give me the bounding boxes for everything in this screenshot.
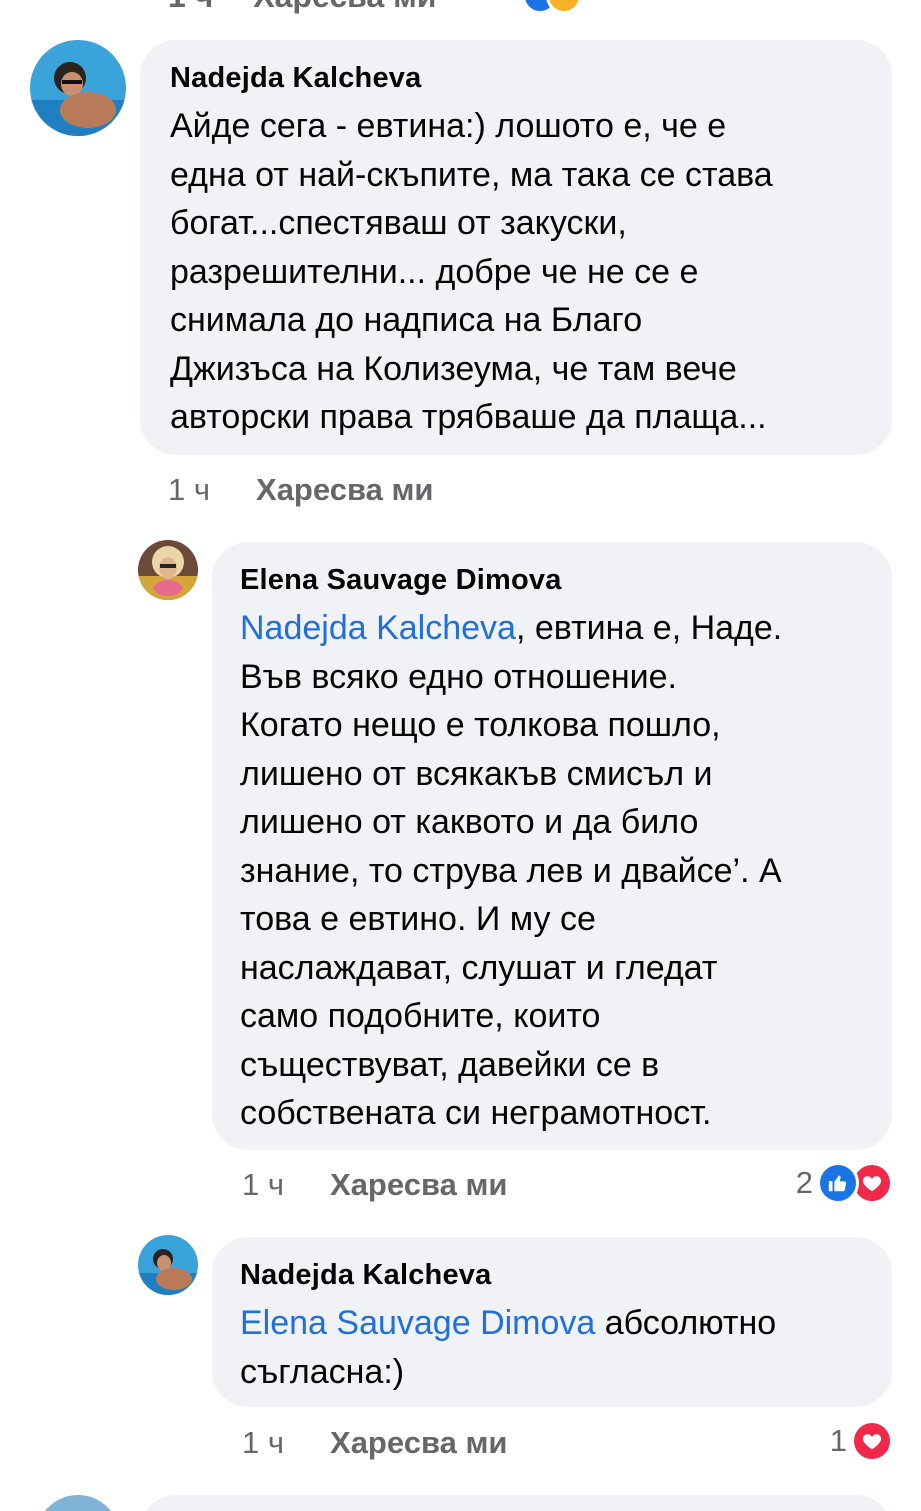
- like-button[interactable]: Харесва ми: [330, 1167, 507, 1203]
- reaction-summary[interactable]: 1: [830, 1420, 893, 1462]
- comment-line: само подобните, които: [240, 997, 601, 1035]
- comment-line: Nadejda Kalcheva, евтина е, Наде.: [240, 604, 864, 653]
- like-button[interactable]: Харесва ми: [253, 0, 436, 15]
- comments-thread: 1 ч Харесва ми Nadejda Kalcheva Айде сег…: [0, 0, 921, 1511]
- comment-line: знание, то струва лев и двайсе’. А: [240, 851, 782, 890]
- comment-text: Nadejda Kalcheva, евтина е, Наде. Във вс…: [240, 604, 864, 1138]
- comment-line: собствената си неграмотност.: [240, 1094, 712, 1132]
- comment-line: богат...спестяваш от закуски,: [170, 204, 627, 242]
- mention-link[interactable]: Elena Sauvage Dimova: [240, 1304, 595, 1342]
- comment-line: авторски права трябваше да плаща...: [170, 398, 767, 436]
- avatar-photo: [138, 540, 198, 600]
- comment-line: съществуват, давейки се в: [240, 1045, 660, 1084]
- comment-time[interactable]: 1 ч: [242, 1167, 284, 1203]
- comment-line: лишено от каквото и да било: [240, 803, 699, 841]
- comment-line: Джизъса на Колизеума, че там вече: [170, 349, 737, 388]
- comment-text: Elena Sauvage Dimova абсолютно съгласна:…: [240, 1299, 864, 1396]
- comment-author[interactable]: Nadejda Kalcheva: [240, 1257, 864, 1293]
- comment-line: Когато нещо е толкова пошло,: [240, 706, 721, 744]
- comment-line: Elena Sauvage Dimova абсолютно: [240, 1299, 864, 1348]
- avatar[interactable]: [30, 40, 126, 136]
- comment-line: Айде сега - евтина:) лошото е, че е: [170, 107, 727, 145]
- comment-line: снимала до надписа на Благо: [170, 301, 643, 339]
- comment-line: Във всяко едно отношение.: [240, 657, 678, 696]
- comment-bubble: Nadejda Kalcheva Айде сега - евтина:) ло…: [140, 40, 892, 455]
- comment-text: Айде сега - евтина:) лошото е, че е една…: [170, 102, 862, 442]
- comment-line: една от най-скъпите, ма така се става: [170, 155, 773, 194]
- avatar-photo: [138, 1235, 198, 1295]
- previous-comment-actions: 1 ч Харесва ми: [168, 0, 436, 15]
- comment-bubble: Elena Sauvage Dimova Nadejda Kalcheva, е…: [212, 542, 892, 1150]
- avatar[interactable]: [138, 540, 198, 600]
- comment-line: разрешителни... добре че не се е: [170, 252, 699, 291]
- comment-line: наслаждават, слушат и гледат: [240, 948, 718, 987]
- comment-time: 1 ч: [168, 0, 213, 15]
- avatar[interactable]: [36, 1495, 120, 1511]
- avatar[interactable]: [138, 1235, 198, 1295]
- avatar-photo: [30, 40, 126, 136]
- comment-line: съгласна:): [240, 1352, 405, 1391]
- comment-actions: 1 ч Харесва ми: [242, 1167, 507, 1203]
- like-button[interactable]: Харесва ми: [256, 472, 433, 508]
- comment-time[interactable]: 1 ч: [242, 1425, 284, 1461]
- comment-actions: 1 ч Харесва ми: [242, 1425, 507, 1461]
- previous-comment-reactions[interactable]: [522, 0, 582, 14]
- like-icon: [817, 1162, 859, 1204]
- mention-link[interactable]: Nadejda Kalcheva: [240, 609, 516, 647]
- haha-icon: [546, 0, 582, 14]
- comment-line-rest: , евтина е, Наде.: [515, 609, 783, 647]
- comment-author[interactable]: Nadejda Kalcheva: [170, 60, 862, 96]
- comment-line: това е евтино. И му се: [240, 900, 596, 938]
- comment-bubble: [140, 1495, 892, 1511]
- reaction-count: 1: [829, 1423, 847, 1458]
- reaction-count: 2: [795, 1165, 813, 1200]
- comment-line: лишено от всякакъв смисъл и: [240, 754, 713, 793]
- comment-bubble: Nadejda Kalcheva Elena Sauvage Dimova аб…: [212, 1237, 892, 1407]
- comment-time[interactable]: 1 ч: [168, 472, 210, 508]
- comment-actions: 1 ч Харесва ми: [168, 472, 433, 508]
- reaction-summary[interactable]: 2: [796, 1162, 893, 1204]
- comment-line-rest: абсолютно: [595, 1304, 777, 1342]
- comment-author[interactable]: Elena Sauvage Dimova: [240, 562, 864, 598]
- love-icon: [851, 1420, 893, 1462]
- like-button[interactable]: Харесва ми: [330, 1425, 507, 1461]
